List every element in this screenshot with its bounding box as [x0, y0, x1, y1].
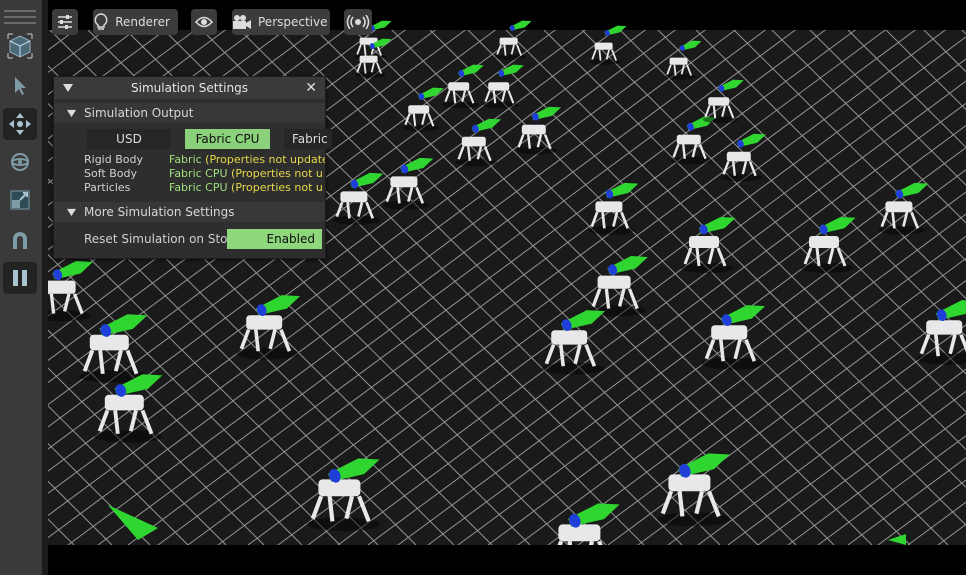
- row-label: Particles: [84, 181, 131, 194]
- rotate-icon[interactable]: [3, 146, 37, 178]
- move-icon[interactable]: [3, 108, 37, 140]
- collapse-triangle-icon: [67, 208, 76, 216]
- reset-enabled-toggle[interactable]: Enabled: [227, 229, 322, 249]
- pause-icon[interactable]: [3, 262, 37, 294]
- renderer-button[interactable]: Renderer: [93, 9, 178, 35]
- collapse-triangle-icon: [67, 109, 76, 117]
- section-title: Simulation Output: [84, 106, 194, 120]
- viewport-bottom-bar: [48, 545, 966, 575]
- row-value: Fabric CPU: [169, 167, 228, 180]
- camera-perspective-button[interactable]: Perspective: [232, 9, 330, 35]
- output-tabs: USD Fabric CPU Fabric: [87, 129, 346, 151]
- close-icon[interactable]: ✕: [305, 80, 317, 96]
- row-warning: (Properties not u: [231, 181, 323, 194]
- row-warning: (Properties not u: [231, 167, 323, 180]
- scale-icon[interactable]: [3, 184, 37, 216]
- section-title: More Simulation Settings: [84, 205, 235, 219]
- section-more-simulation-settings[interactable]: More Simulation Settings: [54, 202, 325, 222]
- row-value: Fabric CPU: [169, 181, 228, 194]
- section-simulation-output[interactable]: Simulation Output: [54, 103, 325, 123]
- reset-simulation-row: Reset Simulation on Stop Enabled: [84, 229, 325, 251]
- viewport-toolbar: Renderer Perspective: [48, 5, 966, 37]
- cube-icon[interactable]: [3, 30, 37, 62]
- panel-title-bar[interactable]: Simulation Settings ✕: [54, 77, 325, 99]
- camera-icon: [232, 10, 252, 34]
- lightbulb-icon: [93, 10, 109, 34]
- select-arrow-icon[interactable]: [3, 70, 37, 102]
- panel-title: Simulation Settings: [131, 81, 248, 95]
- left-toolstrip: [0, 0, 43, 575]
- row-value: Fabric: [169, 153, 202, 166]
- tab-usd[interactable]: USD: [87, 129, 171, 149]
- camera-label: Perspective: [258, 15, 328, 29]
- row-label: Rigid Body: [84, 153, 143, 166]
- collapse-triangle-icon[interactable]: [63, 83, 73, 93]
- broadcast-icon[interactable]: [344, 9, 372, 35]
- reset-label: Reset Simulation on Stop: [84, 232, 236, 246]
- snap-magnet-icon[interactable]: [3, 224, 37, 256]
- tab-fabric-cpu[interactable]: Fabric CPU: [185, 129, 270, 149]
- renderer-label: Renderer: [115, 15, 170, 29]
- settings-sliders-icon[interactable]: [52, 9, 78, 35]
- row-label: Soft Body: [84, 167, 137, 180]
- grip-icon[interactable]: [4, 10, 36, 24]
- row-warning: (Properties not update: [205, 153, 325, 166]
- simulation-settings-panel: Simulation Settings ✕ Simulation Output …: [53, 76, 332, 259]
- tab-fabric[interactable]: Fabric: [284, 129, 332, 149]
- eye-icon[interactable]: [191, 9, 217, 35]
